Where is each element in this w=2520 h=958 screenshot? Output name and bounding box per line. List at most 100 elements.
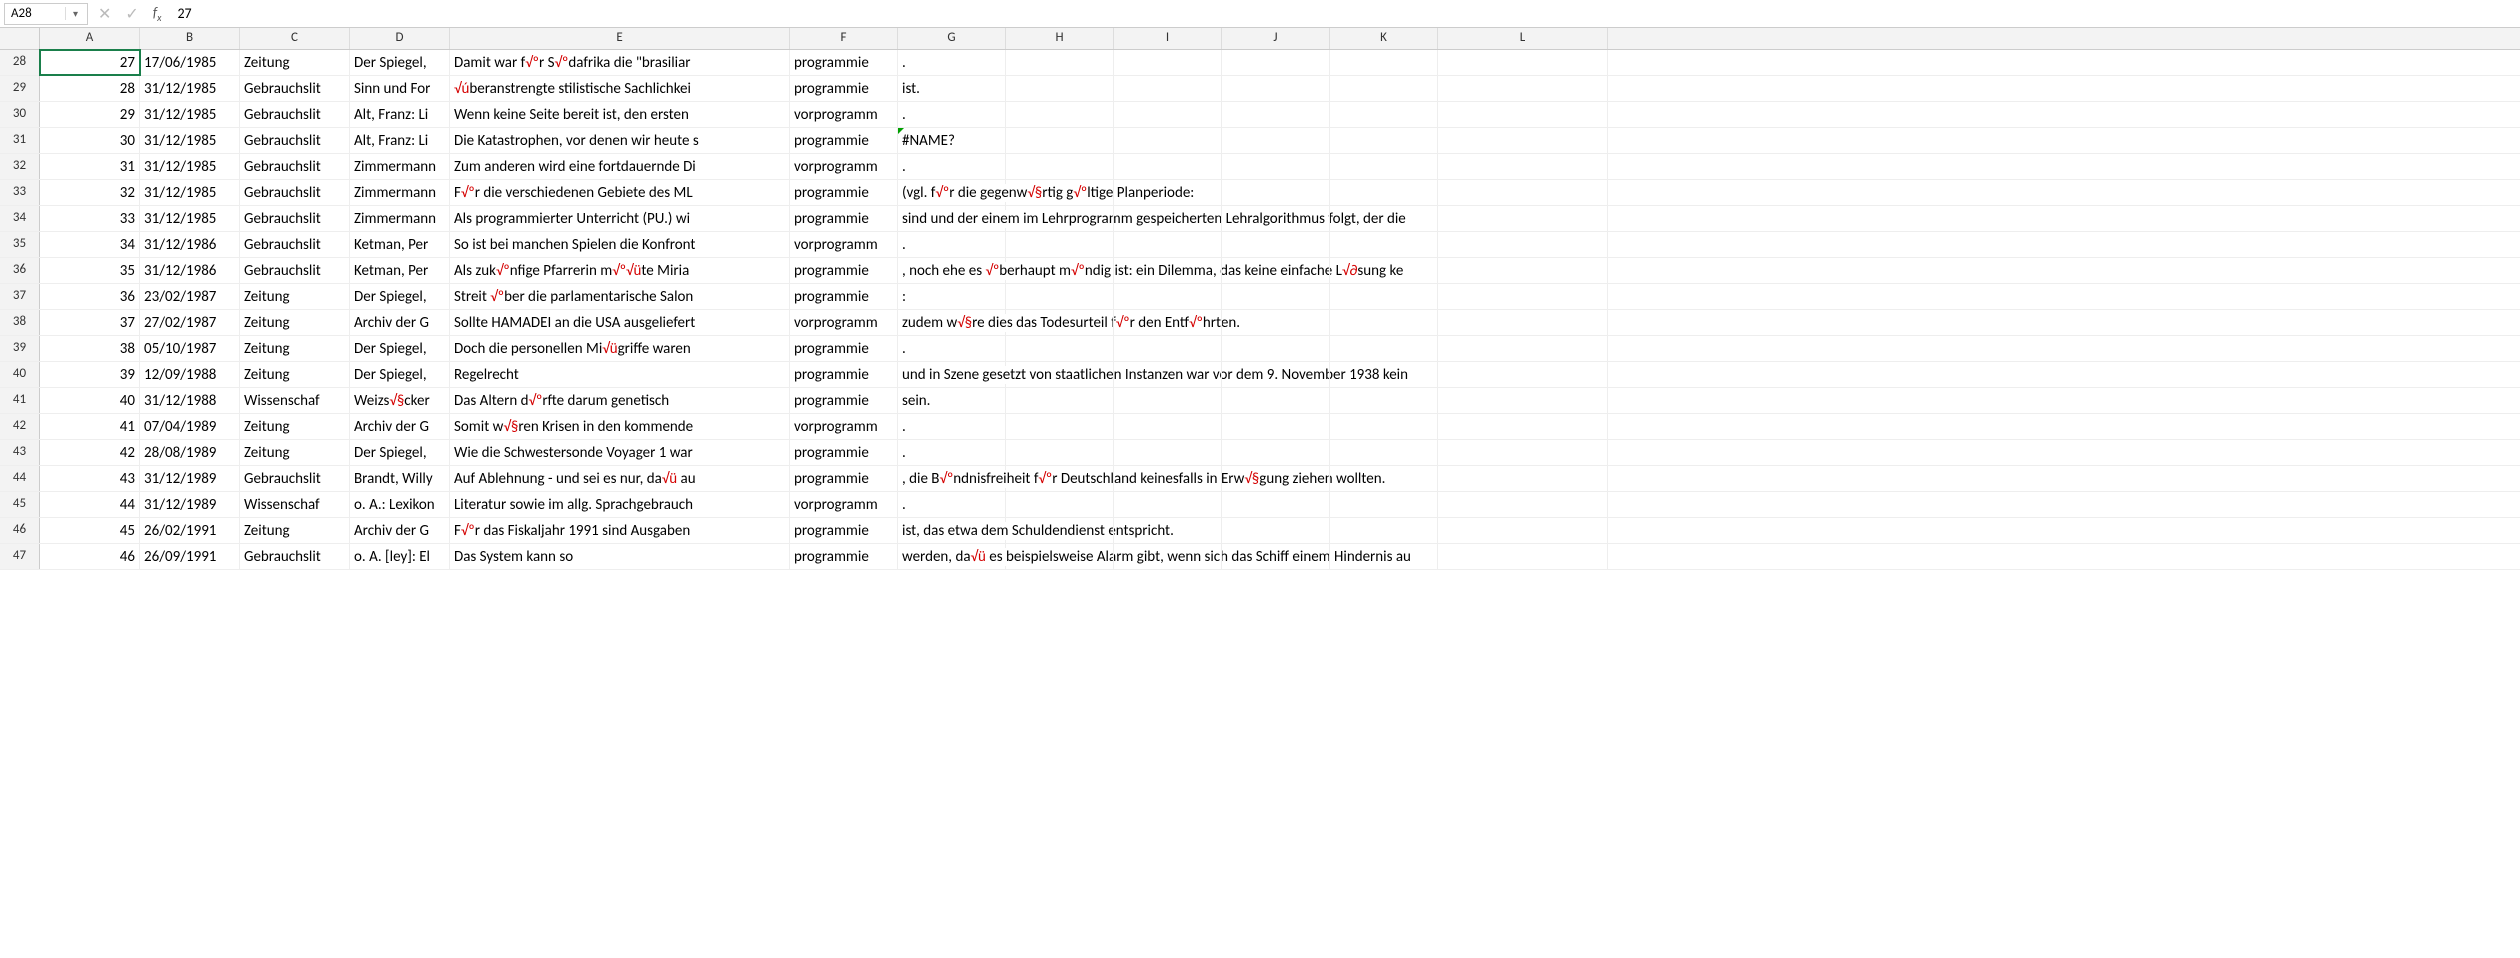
cell-J46[interactable] <box>1222 518 1330 543</box>
cell-D30[interactable]: Alt, Franz: Li <box>350 102 450 127</box>
cell-L41[interactable] <box>1438 388 1608 413</box>
cell-E41[interactable]: Das Altern d√ºrfte darum genetisch <box>450 388 790 413</box>
cell-E43[interactable]: Wie die Schwestersonde Voyager 1 war <box>450 440 790 465</box>
cell-B46[interactable]: 26/02/1991 <box>140 518 240 543</box>
cell-B32[interactable]: 31/12/1985 <box>140 154 240 179</box>
cell-J36[interactable] <box>1222 258 1330 283</box>
cell-I35[interactable] <box>1114 232 1222 257</box>
cell-E39[interactable]: Doch die personellen Mi√ügriffe waren <box>450 336 790 361</box>
cell-A32[interactable]: 31 <box>40 154 140 179</box>
row-header[interactable]: 37 <box>0 284 40 309</box>
cell-F43[interactable]: programmie <box>790 440 898 465</box>
cell-B28[interactable]: 17/06/1985 <box>140 50 240 75</box>
cell-K28[interactable] <box>1330 50 1438 75</box>
cancel-icon[interactable]: ✕ <box>98 4 111 24</box>
cell-E46[interactable]: F√ºr das Fiskaljahr 1991 sind Ausgaben <box>450 518 790 543</box>
row-header[interactable]: 40 <box>0 362 40 387</box>
fx-icon[interactable]: fx <box>153 4 162 24</box>
cell-C30[interactable]: Gebrauchslit <box>240 102 350 127</box>
row-header[interactable]: 34 <box>0 206 40 231</box>
cell-H43[interactable] <box>1006 440 1114 465</box>
cell-A31[interactable]: 30 <box>40 128 140 153</box>
column-header-D[interactable]: D <box>350 28 450 49</box>
cell-J37[interactable] <box>1222 284 1330 309</box>
cell-G29[interactable]: ist. <box>898 76 1006 101</box>
cell-F39[interactable]: programmie <box>790 336 898 361</box>
cell-B43[interactable]: 28/08/1989 <box>140 440 240 465</box>
formula-input[interactable] <box>171 5 2516 22</box>
row-header[interactable]: 31 <box>0 128 40 153</box>
cell-F44[interactable]: programmie <box>790 466 898 491</box>
cell-A33[interactable]: 32 <box>40 180 140 205</box>
column-header-H[interactable]: H <box>1006 28 1114 49</box>
cell-L34[interactable] <box>1438 206 1608 231</box>
column-header-F[interactable]: F <box>790 28 898 49</box>
cell-F29[interactable]: programmie <box>790 76 898 101</box>
cell-B33[interactable]: 31/12/1985 <box>140 180 240 205</box>
cell-I32[interactable] <box>1114 154 1222 179</box>
cell-J41[interactable] <box>1222 388 1330 413</box>
cell-G37[interactable]: : <box>898 284 1006 309</box>
cell-H28[interactable] <box>1006 50 1114 75</box>
cell-H37[interactable] <box>1006 284 1114 309</box>
cell-G46[interactable]: ist, das etwa dem Schuldendienst entspri… <box>898 518 1006 543</box>
cell-F31[interactable]: programmie <box>790 128 898 153</box>
cell-H30[interactable] <box>1006 102 1114 127</box>
cell-K42[interactable] <box>1330 414 1438 439</box>
cell-L33[interactable] <box>1438 180 1608 205</box>
cell-H40[interactable] <box>1006 362 1114 387</box>
row-header[interactable]: 30 <box>0 102 40 127</box>
cell-A42[interactable]: 41 <box>40 414 140 439</box>
cell-H39[interactable] <box>1006 336 1114 361</box>
cell-A39[interactable]: 38 <box>40 336 140 361</box>
cell-L39[interactable] <box>1438 336 1608 361</box>
column-header-C[interactable]: C <box>240 28 350 49</box>
cell-B40[interactable]: 12/09/1988 <box>140 362 240 387</box>
cell-K33[interactable] <box>1330 180 1438 205</box>
cell-B34[interactable]: 31/12/1985 <box>140 206 240 231</box>
cell-A30[interactable]: 29 <box>40 102 140 127</box>
cell-J44[interactable] <box>1222 466 1330 491</box>
cell-C31[interactable]: Gebrauchslit <box>240 128 350 153</box>
cell-F33[interactable]: programmie <box>790 180 898 205</box>
cell-L40[interactable] <box>1438 362 1608 387</box>
cell-K47[interactable] <box>1330 544 1438 569</box>
cell-J40[interactable] <box>1222 362 1330 387</box>
cell-L35[interactable] <box>1438 232 1608 257</box>
cell-D36[interactable]: Ketman, Per <box>350 258 450 283</box>
cell-H31[interactable] <box>1006 128 1114 153</box>
cell-B44[interactable]: 31/12/1989 <box>140 466 240 491</box>
cell-C39[interactable]: Zeitung <box>240 336 350 361</box>
cell-C32[interactable]: Gebrauchslit <box>240 154 350 179</box>
cell-H46[interactable] <box>1006 518 1114 543</box>
cell-A34[interactable]: 33 <box>40 206 140 231</box>
cell-L47[interactable] <box>1438 544 1608 569</box>
name-box[interactable] <box>5 6 65 21</box>
cell-E33[interactable]: F√ºr die verschiedenen Gebiete des ML <box>450 180 790 205</box>
cell-A47[interactable]: 46 <box>40 544 140 569</box>
cell-C38[interactable]: Zeitung <box>240 310 350 335</box>
cell-H32[interactable] <box>1006 154 1114 179</box>
cell-E38[interactable]: Sollte HAMADEI an die USA ausgeliefert <box>450 310 790 335</box>
cell-I37[interactable] <box>1114 284 1222 309</box>
cell-K32[interactable] <box>1330 154 1438 179</box>
cell-H35[interactable] <box>1006 232 1114 257</box>
cell-E30[interactable]: Wenn keine Seite bereit ist, den ersten <box>450 102 790 127</box>
cell-C36[interactable]: Gebrauchslit <box>240 258 350 283</box>
cell-K41[interactable] <box>1330 388 1438 413</box>
cell-D29[interactable]: Sinn und For <box>350 76 450 101</box>
cell-G40[interactable]: und in Szene gesetzt von staatlichen Ins… <box>898 362 1006 387</box>
cell-B45[interactable]: 31/12/1989 <box>140 492 240 517</box>
cell-D40[interactable]: Der Spiegel, <box>350 362 450 387</box>
cell-C43[interactable]: Zeitung <box>240 440 350 465</box>
cell-I34[interactable] <box>1114 206 1222 231</box>
cell-C29[interactable]: Gebrauchslit <box>240 76 350 101</box>
cell-L46[interactable] <box>1438 518 1608 543</box>
cell-F42[interactable]: vorprogramm <box>790 414 898 439</box>
cell-L36[interactable] <box>1438 258 1608 283</box>
cell-J43[interactable] <box>1222 440 1330 465</box>
cell-G28[interactable]: . <box>898 50 1006 75</box>
row-header[interactable]: 45 <box>0 492 40 517</box>
cell-D47[interactable]: o. A. [ley]: El <box>350 544 450 569</box>
cell-C40[interactable]: Zeitung <box>240 362 350 387</box>
